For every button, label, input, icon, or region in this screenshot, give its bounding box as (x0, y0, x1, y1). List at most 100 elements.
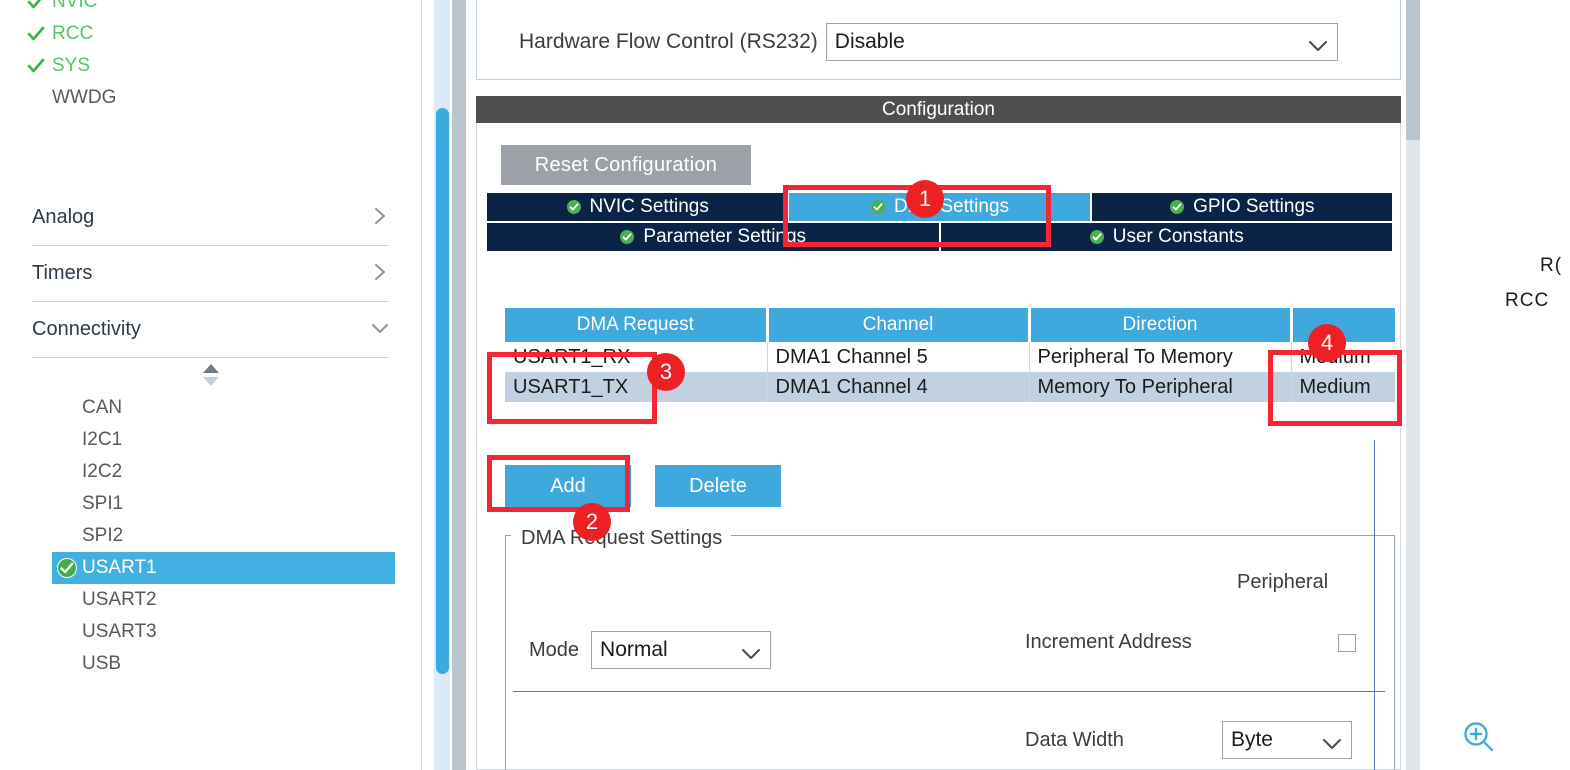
cell-priority: Medium (1291, 372, 1395, 402)
sidebar-item-usart3[interactable]: USART3 (0, 616, 421, 648)
tree-item-rcc[interactable]: RCC (0, 18, 421, 50)
peripheral-sidebar: NVIC RCC SYS WWDG Analog Timers Connecti… (0, 0, 422, 770)
chevron-right-icon (371, 263, 389, 285)
mode-label: Mode (529, 638, 580, 661)
data-width-label: Data Width (1025, 728, 1124, 751)
mode-row: Mode Normal (529, 631, 772, 669)
tree-item-label: SYS (52, 55, 91, 76)
sidebar-item-usart1[interactable]: USART1 (52, 552, 395, 584)
data-width-value: Byte (1230, 728, 1273, 751)
tree-item-nvic[interactable]: NVIC (0, 0, 421, 18)
increment-address-checkbox[interactable] (1337, 633, 1356, 652)
sidebar-item-i2c2[interactable]: I2C2 (0, 456, 421, 488)
configuration-header: Configuration (476, 96, 1401, 123)
delete-button[interactable]: Delete (655, 465, 781, 507)
check-circle-icon (1089, 229, 1105, 245)
chevron-down-icon (740, 643, 762, 659)
table-row[interactable]: USART1_TX DMA1 Channel 4 Memory To Perip… (505, 372, 1395, 402)
tab-label: GPIO Settings (1193, 196, 1315, 217)
tree-item-wwdg[interactable]: WWDG (0, 82, 421, 114)
sidebar-item-i2c1[interactable]: I2C1 (0, 424, 421, 456)
sidebar-item-label: USART2 (82, 589, 157, 610)
right-side-area: R( RCC (1420, 0, 1570, 770)
sidebar-item-usb[interactable]: USB (0, 648, 421, 680)
cell-dma-request: USART1_TX (505, 372, 768, 402)
panel-right-gutter-lower (1406, 140, 1420, 770)
cell-channel: DMA1 Channel 5 (767, 342, 1030, 372)
check-circle-icon (566, 199, 582, 215)
mode-value: Normal (600, 638, 668, 661)
tab-label: Parameter Settings (643, 226, 807, 247)
table-row[interactable]: USART1_RX DMA1 Channel 5 Peripheral To M… (505, 342, 1395, 372)
data-width-select[interactable]: Byte (1221, 721, 1352, 759)
tree-item-sys[interactable]: SYS (0, 50, 421, 82)
cell-dma-request: USART1_RX (505, 342, 768, 372)
sidebar-item-spi2[interactable]: SPI2 (0, 520, 421, 552)
tab-label: User Constants (1112, 226, 1244, 247)
hardware-flow-control-value: Disable (834, 30, 905, 53)
sidebar-scroll-up-spinner[interactable] (0, 358, 421, 392)
increment-address-label: Increment Address (1025, 631, 1192, 653)
sidebar-item-usart2[interactable]: USART2 (0, 584, 421, 616)
tabstrip-row-2: Parameter Settings User Constants (487, 223, 1392, 251)
panel-left-gutter (452, 0, 466, 770)
check-circle-icon (619, 229, 635, 245)
hardware-flow-control-row: Hardware Flow Control (RS232) Disable (519, 23, 1338, 61)
column-header-direction[interactable]: Direction (1029, 308, 1293, 342)
parameter-box: Hardware Flow Control (RS232) Disable (476, 0, 1401, 80)
tab-gpio-settings[interactable]: GPIO Settings (1091, 193, 1392, 221)
column-header-priority[interactable] (1291, 308, 1395, 342)
sidebar-group-timers[interactable]: Timers (32, 246, 389, 302)
mode-select[interactable]: Normal (591, 631, 772, 669)
cell-priority: Medium (1291, 342, 1395, 372)
sidebar-group-analog[interactable]: Analog (32, 190, 389, 246)
chevron-right-icon (371, 207, 389, 229)
sidebar-item-label: I2C2 (82, 461, 123, 482)
clipped-text-line-1: R( (1540, 255, 1563, 276)
chevron-down-icon (371, 319, 389, 341)
sidebar-group-label: Connectivity (32, 318, 141, 340)
configuration-panel: Hardware Flow Control (RS232) Disable Co… (466, 0, 1406, 770)
tab-parameter-settings[interactable]: Parameter Settings (487, 223, 941, 251)
reset-configuration-button[interactable]: Reset Configuration (501, 145, 751, 185)
cell-direction: Memory To Peripheral (1029, 372, 1292, 402)
hardware-flow-control-select[interactable]: Disable (825, 23, 1338, 61)
sidebar-item-label: I2C1 (82, 429, 123, 450)
cell-channel: DMA1 Channel 4 (767, 372, 1030, 402)
check-icon (27, 57, 45, 75)
configuration-body: Reset Configuration NVIC Settings DMA Se… (476, 123, 1401, 770)
sidebar-group-connectivity[interactable]: Connectivity (32, 302, 389, 358)
sidebar-item-label: USART3 (82, 621, 157, 642)
column-header-channel[interactable]: Channel (767, 308, 1031, 342)
sidebar-item-can[interactable]: CAN (0, 392, 421, 424)
check-icon (27, 25, 45, 43)
tree-item-label: NVIC (52, 0, 98, 12)
tab-label: NVIC Settings (589, 196, 709, 217)
data-width-row: Data Width Byte (1025, 721, 1352, 759)
cubemx-window: NVIC RCC SYS WWDG Analog Timers Connecti… (0, 0, 1570, 770)
sidebar-scrollbar-thumb[interactable] (436, 108, 449, 674)
tab-user-constants[interactable]: User Constants (940, 223, 1392, 251)
add-button[interactable]: Add (505, 465, 631, 507)
sidebar-group-label: Timers (32, 262, 93, 284)
sidebar-item-label: SPI1 (82, 493, 124, 514)
sidebar-item-spi1[interactable]: SPI1 (0, 488, 421, 520)
check-icon (27, 0, 45, 11)
configured-check-icon (56, 557, 78, 579)
sidebar-item-label: USART1 (82, 557, 157, 578)
cell-direction: Peripheral To Memory (1029, 342, 1292, 372)
increment-address-row: Increment Address (1025, 631, 1356, 654)
tree-item-label: WWDG (52, 87, 117, 108)
clipped-text-line-2: RCC (1505, 290, 1550, 311)
tab-nvic-settings[interactable]: NVIC Settings (487, 193, 790, 221)
column-header-dma-request[interactable]: DMA Request (505, 308, 769, 342)
tab-dma-settings[interactable]: DMA Settings (789, 193, 1092, 221)
tabstrip-row-1: NVIC Settings DMA Settings GPIO Settings (487, 193, 1392, 221)
zoom-in-icon[interactable] (1462, 720, 1496, 754)
dma-request-settings-legend: DMA Request Settings (515, 527, 729, 550)
chevron-down-icon (1321, 733, 1343, 749)
dma-request-table: DMA Request Channel Direction USART1_RX … (505, 308, 1395, 402)
sidebar-item-label: CAN (82, 397, 123, 418)
table-header-row: DMA Request Channel Direction (505, 308, 1395, 342)
